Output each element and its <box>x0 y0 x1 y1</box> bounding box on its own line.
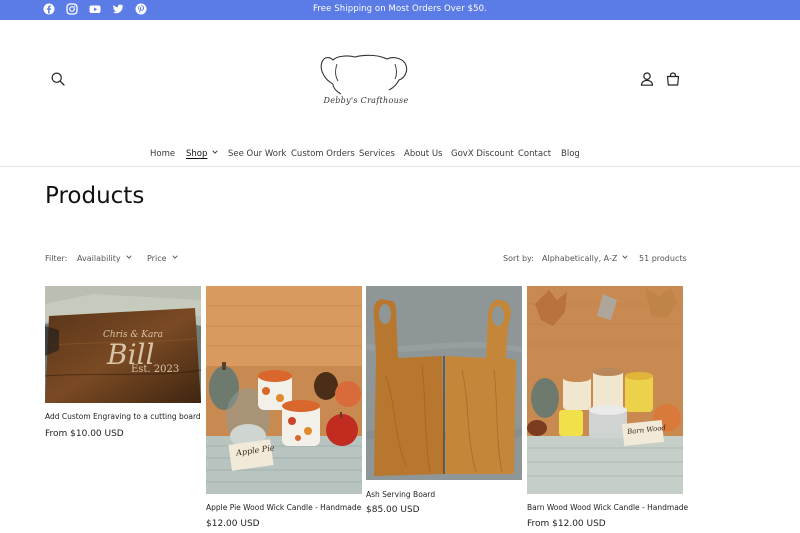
announcement-text: Free Shipping on Most Orders Over $50. <box>313 4 487 14</box>
cart-icon[interactable] <box>665 71 681 87</box>
chevron-down-icon <box>125 255 132 259</box>
product-image[interactable] <box>366 286 522 480</box>
product-image[interactable]: Barn Wood <box>527 286 683 494</box>
chevron-down-icon <box>622 255 628 259</box>
main-nav: Home Shop See Our Work Custom Orders Ser… <box>0 149 800 163</box>
product-image[interactable]: Apple Pie <box>206 286 362 494</box>
search-icon[interactable] <box>50 71 66 87</box>
nav-item-custom-orders[interactable]: Custom Orders <box>291 149 355 159</box>
chevron-down-icon <box>212 150 219 154</box>
product-price: $85.00 USD <box>366 505 420 515</box>
page-title: Products <box>45 183 145 209</box>
chevron-down-icon <box>171 255 178 259</box>
logo-wordmark: Debby's Crafthouse <box>323 96 409 105</box>
nav-item-about-us[interactable]: About Us <box>404 149 442 159</box>
nav-item-shop[interactable]: Shop <box>186 149 219 159</box>
engraving-line-3: Est. 2023 <box>131 364 180 375</box>
nav-item-see-our-work[interactable]: See Our Work <box>228 149 286 159</box>
nav-item-services[interactable]: Services <box>359 149 395 159</box>
price-filter[interactable]: Price <box>147 254 178 263</box>
nav-item-blog[interactable]: Blog <box>561 149 580 159</box>
nav-item-contact[interactable]: Contact <box>518 149 551 159</box>
nav-item-home[interactable]: Home <box>150 149 175 159</box>
account-icon[interactable] <box>639 71 655 87</box>
product-card[interactable]: Barn Wood Barn Wood Wood Wick Candle - H… <box>527 286 688 531</box>
product-card[interactable]: Apple Pie Apple Pie Wood Wick Candle - H… <box>206 286 362 531</box>
sort-label: Sort by: <box>503 254 534 263</box>
product-title[interactable]: Apple Pie Wood Wick Candle - Handmade <box>206 503 361 512</box>
product-count: 51 products <box>639 254 687 263</box>
product-card[interactable]: Ash Serving Board $85.00 USD <box>366 286 522 516</box>
announcement-bar: Free Shipping on Most Orders Over $50. <box>0 0 800 20</box>
product-price: From $12.00 USD <box>527 519 606 529</box>
site-logo[interactable]: Debby's Crafthouse <box>311 54 421 116</box>
availability-filter[interactable]: Availability <box>77 254 132 263</box>
product-title[interactable]: Barn Wood Wood Wick Candle - Handmade <box>527 503 688 512</box>
product-price: From $10.00 USD <box>45 429 124 439</box>
dog-outline-icon <box>320 54 408 95</box>
product-title[interactable]: Add Custom Engraving to a cutting board <box>45 412 201 421</box>
product-card[interactable]: Chris & Kara Bill Est. 2023 Add Custom E… <box>45 286 201 441</box>
sort-select[interactable]: Alphabetically, A-Z <box>542 254 628 263</box>
nav-item-govx-discount[interactable]: GovX Discount <box>451 149 514 159</box>
site-header: Debby's Crafthouse Home Shop See Our Wor… <box>0 20 800 167</box>
product-title[interactable]: Ash Serving Board <box>366 490 435 499</box>
product-price: $12.00 USD <box>206 519 260 529</box>
filter-label: Filter: <box>45 254 68 263</box>
product-image[interactable]: Chris & Kara Bill Est. 2023 <box>45 286 201 403</box>
filter-bar: Filter: Availability Price Sort by: Alph… <box>0 254 800 266</box>
